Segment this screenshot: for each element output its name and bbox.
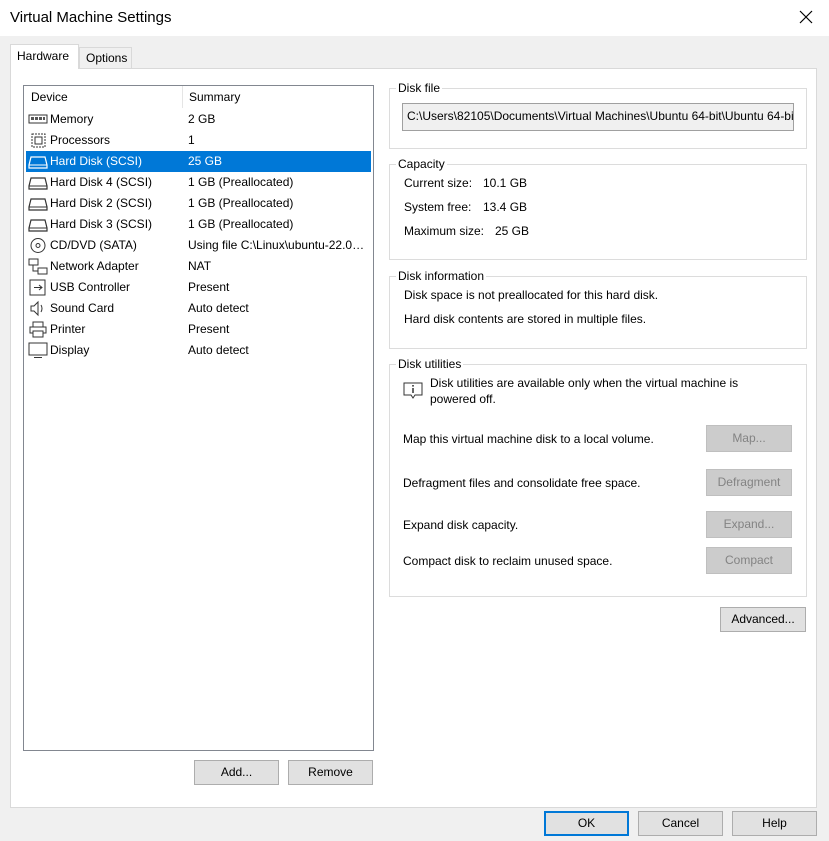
help-button[interactable]: Help [732,811,817,836]
device-name: Memory [50,112,94,126]
device-summary: Present [188,280,230,294]
disk-utilities-info-line-2: powered off. [430,392,496,406]
hard-disk-icon [28,156,48,169]
close-button[interactable] [783,0,829,34]
capacity-legend: Capacity [398,157,445,171]
sound-card-icon [30,300,43,317]
device-summary: 1 GB (Preallocated) [188,217,294,231]
usb-controller-icon [29,279,46,296]
device-name: Hard Disk 4 (SCSI) [50,175,153,189]
device-row-memory[interactable]: Memory 2 GB [26,109,371,130]
device-name: Network Adapter [50,259,139,273]
column-separator[interactable] [182,86,183,108]
device-name: Sound Card [50,301,115,315]
device-row-usb-controller[interactable]: USB Controller Present [26,277,371,298]
tab-options[interactable]: Options [79,47,132,68]
device-row-sound-card[interactable]: Sound Card Auto detect [26,298,371,319]
processor-icon [31,133,46,148]
remove-device-button[interactable]: Remove [288,760,373,785]
device-row-cd-dvd[interactable]: CD/DVD (SATA) Using file C:\Linux\ubuntu… [26,235,371,256]
disk-utilities-info-line-1: Disk utilities are available only when t… [430,376,739,390]
map-button[interactable]: Map... [706,425,792,452]
device-row-hard-disk-scsi[interactable]: Hard Disk (SCSI) 25 GB [26,151,371,172]
device-summary: 2 GB [188,112,216,126]
disk-information-group: Disk information Disk space is not preal… [389,269,807,349]
dialog-button-bar: OK Cancel Help [0,811,829,841]
cancel-button[interactable]: Cancel [638,811,723,836]
map-description: Map this virtual machine disk to a local… [403,432,654,446]
maximum-size-label: Maximum size: [404,224,485,238]
system-free-label: System free: [404,200,472,214]
device-row-processors[interactable]: Processors 1 [26,130,371,151]
device-list-header: Device Summary [24,86,373,108]
info-icon [403,382,423,399]
disk-file-legend: Disk file [398,81,441,95]
compact-button[interactable]: Compact [706,547,792,574]
expand-button[interactable]: Expand... [706,511,792,538]
current-size-label: Current size: [404,176,473,190]
hardware-tab-panel: Device Summary Memory 2 GB Processors 1 … [10,68,817,808]
dialog-body: Hardware Options Device Summary Memory 2… [0,36,829,841]
current-size-value: 10.1 GB [483,176,528,190]
network-adapter-icon [28,258,48,275]
column-header-device[interactable]: Device [31,90,68,104]
device-summary: NAT [188,259,212,273]
device-row-display[interactable]: Display Auto detect [26,340,371,361]
advanced-button[interactable]: Advanced... [720,607,806,632]
device-name: Hard Disk 3 (SCSI) [50,217,153,231]
device-row-printer[interactable]: Printer Present [26,319,371,340]
device-name: Printer [50,322,86,336]
device-list[interactable]: Device Summary Memory 2 GB Processors 1 … [23,85,374,751]
device-summary: Auto detect [188,301,249,315]
memory-icon [28,114,48,124]
disk-information-legend: Disk information [398,269,485,283]
disk-file-path-field[interactable]: C:\Users\82105\Documents\Virtual Machine… [402,103,794,131]
disk-utilities-group: Disk utilities Disk utilities are availa… [389,357,807,597]
device-name: Processors [50,133,111,147]
device-row-hard-disk-3[interactable]: Hard Disk 3 (SCSI) 1 GB (Preallocated) [26,214,371,235]
hard-disk-icon [28,198,48,211]
device-row-network-adapter[interactable]: Network Adapter NAT [26,256,371,277]
hard-disk-icon [28,219,48,232]
column-header-summary[interactable]: Summary [189,90,240,104]
window-title: Virtual Machine Settings [10,9,172,26]
device-name: Hard Disk (SCSI) [50,154,143,168]
expand-description: Expand disk capacity. [403,518,519,532]
hard-disk-icon [28,177,48,190]
device-summary: 25 GB [188,154,223,168]
add-device-button[interactable]: Add... [194,760,279,785]
disk-file-group: Disk file C:\Users\82105\Documents\Virtu… [389,81,807,149]
device-name: Hard Disk 2 (SCSI) [50,196,153,210]
device-summary: 1 GB (Preallocated) [188,175,294,189]
device-name: CD/DVD (SATA) [50,238,137,252]
tab-hardware[interactable]: Hardware [10,44,79,69]
disk-info-line-1: Disk space is not preallocated for this … [404,288,659,302]
disk-utilities-legend: Disk utilities [398,357,462,371]
capacity-group: Capacity Current size: 10.1 GB System fr… [389,157,807,260]
device-row-hard-disk-4[interactable]: Hard Disk 4 (SCSI) 1 GB (Preallocated) [26,172,371,193]
device-name: USB Controller [50,280,131,294]
device-row-hard-disk-2[interactable]: Hard Disk 2 (SCSI) 1 GB (Preallocated) [26,193,371,214]
device-name: Display [50,343,90,357]
system-free-value: 13.4 GB [483,200,528,214]
maximum-size-value: 25 GB [495,224,530,238]
defragment-description: Defragment files and consolidate free sp… [403,476,641,490]
defragment-button[interactable]: Defragment [706,469,792,496]
cd-dvd-icon [30,238,46,253]
title-bar: Virtual Machine Settings [0,0,829,36]
compact-description: Compact disk to reclaim unused space. [403,554,613,568]
disk-info-line-2: Hard disk contents are stored in multipl… [404,312,647,326]
device-summary: 1 GB (Preallocated) [188,196,294,210]
ok-button[interactable]: OK [544,811,629,836]
device-summary: Present [188,322,230,336]
device-summary: Auto detect [188,343,249,357]
close-icon [799,10,813,24]
printer-icon [29,321,47,338]
device-summary: 1 [188,133,195,147]
display-icon [28,342,48,358]
device-summary: Using file C:\Linux\ubuntu-22.04-desktop… [188,238,368,252]
